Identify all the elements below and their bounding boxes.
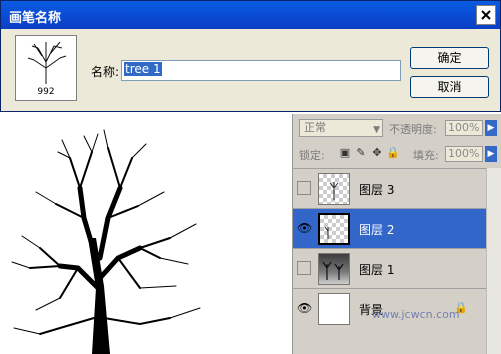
layer-row-2[interactable]: 👁 图层 2 — [293, 208, 501, 248]
blend-mode-select[interactable]: 正常 ▼ — [299, 119, 383, 137]
watermark: www.jcwcn.com — [372, 308, 460, 321]
fill-field[interactable]: 100% — [445, 146, 483, 162]
brush-name-value: tree 1 — [124, 62, 162, 76]
close-button[interactable] — [476, 5, 496, 25]
lock-fill-row: 锁定: ▣ ✎ ✥ 🔒 填充: 100% ▶ — [293, 142, 501, 166]
brush-count: 992 — [37, 87, 55, 97]
brush-preview: 992 — [15, 35, 77, 101]
eye-icon[interactable]: 👁 — [297, 221, 312, 235]
lock-transparent-icon[interactable]: ▣ — [339, 146, 351, 159]
layer-row-1[interactable]: 图层 1 — [293, 248, 501, 288]
fill-label: 填充: — [413, 149, 439, 162]
blend-opacity-row: 正常 ▼ 不透明度: 100% ▶ — [293, 116, 501, 140]
fill-arrow-icon[interactable]: ▶ — [485, 146, 497, 162]
lock-options: ▣ ✎ ✥ 🔒 — [339, 146, 400, 159]
layer-name: 图层 3 — [359, 183, 395, 197]
layer-thumbnail — [318, 213, 350, 245]
dialog-title: 画笔名称 — [9, 11, 62, 26]
brush-name-dialog: 画笔名称 992 名称: tree 1 确定 取消 — [0, 0, 501, 112]
blend-mode-value: 正常 — [304, 121, 326, 134]
brush-name-input[interactable]: tree 1 — [121, 60, 401, 81]
layer-name: 图层 1 — [359, 263, 395, 277]
lock-paint-icon[interactable]: ✎ — [355, 146, 367, 159]
tree-small-icon — [329, 182, 339, 200]
tree-small-icon — [324, 226, 329, 239]
visibility-toggle[interactable] — [297, 261, 311, 275]
opacity-field[interactable]: 100% — [445, 120, 483, 136]
layer-name: 图层 2 — [359, 223, 395, 237]
opacity-label: 不透明度: — [389, 123, 437, 136]
layers-scrollbar[interactable] — [486, 168, 501, 354]
name-label: 名称: — [91, 65, 120, 79]
chevron-down-icon: ▼ — [373, 125, 380, 135]
layer-thumbnail — [318, 173, 350, 205]
layer-thumbnail — [318, 253, 350, 285]
document-canvas[interactable] — [0, 118, 292, 354]
tree-silhouette-image — [11, 129, 201, 354]
dialog-titlebar[interactable]: 画笔名称 — [1, 1, 500, 29]
brush-tree-thumbnail — [27, 41, 67, 84]
layer-row-3[interactable]: 图层 3 — [293, 168, 501, 208]
visibility-toggle[interactable] — [297, 181, 311, 195]
lock-move-icon[interactable]: ✥ — [371, 146, 383, 159]
layer-thumbnail — [318, 293, 350, 325]
close-icon — [481, 10, 491, 20]
opacity-arrow-icon[interactable]: ▶ — [485, 120, 497, 136]
eye-icon[interactable]: 👁 — [297, 301, 312, 315]
lock-label: 锁定: — [299, 149, 325, 162]
tree-photo-icon — [322, 261, 344, 280]
lock-all-icon[interactable]: 🔒 — [386, 146, 400, 159]
ok-button[interactable]: 确定 — [410, 47, 489, 69]
layer-list: 图层 3 👁 图层 2 图层 1 👁 背景 🔒 — [293, 168, 501, 328]
cancel-button[interactable]: 取消 — [410, 76, 489, 98]
